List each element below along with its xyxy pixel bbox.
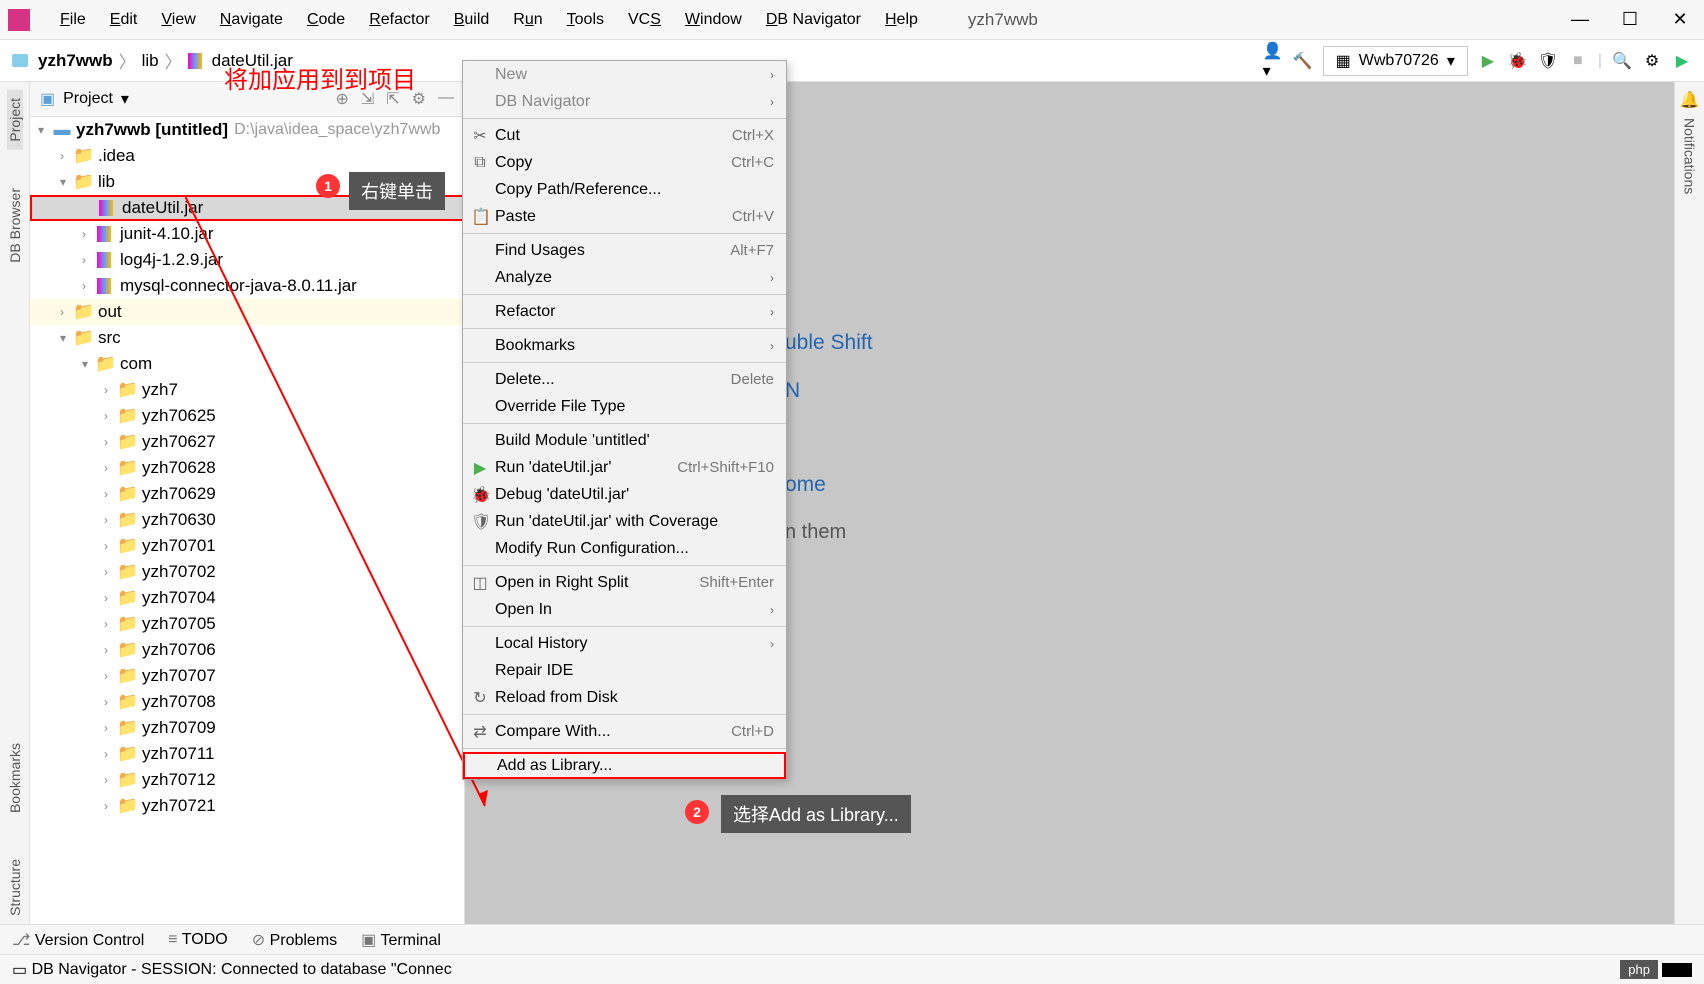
cm-repair-ide[interactable]: Repair IDE bbox=[463, 657, 786, 684]
bookmarks-tab[interactable]: Bookmarks bbox=[7, 735, 23, 821]
annotation-text: 将加应用到到项目 bbox=[224, 60, 416, 95]
php-badge: php bbox=[1620, 960, 1658, 979]
cm-run-dateutil-jar-with-coverage[interactable]: 🛡Run 'dateUtil.jar' with Coverage bbox=[463, 508, 786, 535]
menu-db navigator[interactable]: DB Navigator bbox=[756, 7, 871, 33]
cm-paste[interactable]: 📋PasteCtrl+V bbox=[463, 203, 786, 230]
menu-navigate[interactable]: Navigate bbox=[210, 7, 293, 33]
menu-vcs[interactable]: VCS bbox=[618, 7, 671, 33]
status-icon: ▭ bbox=[12, 960, 27, 980]
badge-2: 2 bbox=[685, 800, 709, 824]
menu-build[interactable]: Build bbox=[444, 7, 500, 33]
module-icon bbox=[12, 54, 28, 67]
run-button[interactable]: ▶ bbox=[1478, 51, 1498, 71]
bottom-terminal[interactable]: ▣ Terminal bbox=[361, 930, 441, 950]
ide-icon[interactable]: ▶ bbox=[1672, 51, 1692, 71]
menu-code[interactable]: Code bbox=[297, 7, 355, 33]
cm-new[interactable]: New› bbox=[463, 61, 786, 88]
cm-debug-dateutil-jar-[interactable]: 🐞Debug 'dateUtil.jar' bbox=[463, 481, 786, 508]
cm-copy-path-reference-[interactable]: Copy Path/Reference... bbox=[463, 176, 786, 203]
app-icon bbox=[8, 9, 30, 31]
settings-icon[interactable]: ⚙ bbox=[1642, 51, 1662, 71]
cm-copy[interactable]: ⧉CopyCtrl+C bbox=[463, 149, 786, 176]
cm-run-dateutil-jar-[interactable]: ▶Run 'dateUtil.jar'Ctrl+Shift+F10 bbox=[463, 454, 786, 481]
cm-db-navigator[interactable]: DB Navigator› bbox=[463, 88, 786, 115]
grid-icon: ▦ bbox=[1336, 51, 1351, 71]
jar-icon bbox=[188, 53, 202, 69]
tree-item[interactable]: ▾▬yzh7wwb [untitled]D:\java\idea_space\y… bbox=[30, 117, 464, 143]
bottom-todo[interactable]: ≡ TODO bbox=[168, 931, 227, 949]
user-icon[interactable]: 👤▾ bbox=[1263, 51, 1283, 71]
menu-tools[interactable]: Tools bbox=[557, 7, 614, 33]
cm-cut[interactable]: ✂CutCtrl+X bbox=[463, 122, 786, 149]
dbbrowser-tab[interactable]: DB Browser bbox=[7, 180, 23, 271]
cm-open-in-right-split[interactable]: ◫Open in Right SplitShift+Enter bbox=[463, 569, 786, 596]
menu-refactor[interactable]: Refactor bbox=[359, 7, 439, 33]
debug-button[interactable]: 🐞 bbox=[1508, 51, 1528, 71]
welcome-hints: uble Shift N ome n them bbox=[785, 307, 873, 568]
cm-refactor[interactable]: Refactor› bbox=[463, 298, 786, 325]
run-config-selector[interactable]: ▦ Wwb70726 ▾ bbox=[1323, 46, 1468, 76]
progress-bar bbox=[1662, 963, 1692, 977]
cm-local-history[interactable]: Local History› bbox=[463, 630, 786, 657]
bottom-version-control[interactable]: ⎇ Version Control bbox=[12, 930, 144, 950]
tooltip-2: 选择Add as Library... bbox=[721, 795, 911, 833]
hide-icon[interactable]: — bbox=[438, 89, 454, 109]
cm-override-file-type[interactable]: Override File Type bbox=[463, 393, 786, 420]
menubar: FileEditViewNavigateCodeRefactorBuildRun… bbox=[50, 7, 928, 33]
tooltip-1: 右键单击 bbox=[349, 172, 445, 210]
cm-analyze[interactable]: Analyze› bbox=[463, 264, 786, 291]
menu-help[interactable]: Help bbox=[875, 7, 928, 33]
toolbar-right: 👤▾ 🔨 ▦ Wwb70726 ▾ ▶ 🐞 🛡 ■ | 🔍 ⚙ ▶ bbox=[1263, 46, 1692, 76]
hammer-icon[interactable]: 🔨 bbox=[1293, 51, 1313, 71]
notifications-tab[interactable]: Notifications bbox=[1682, 110, 1698, 202]
menu-view[interactable]: View bbox=[151, 7, 205, 33]
project-icon: ▣ bbox=[40, 89, 55, 109]
cm-open-in[interactable]: Open In› bbox=[463, 596, 786, 623]
bottom-problems[interactable]: ⊘ Problems bbox=[252, 930, 337, 950]
menu-run[interactable]: Run bbox=[503, 7, 552, 33]
cm-find-usages[interactable]: Find UsagesAlt+F7 bbox=[463, 237, 786, 264]
minimize-button[interactable]: — bbox=[1564, 4, 1596, 36]
cm-compare-with-[interactable]: ⇄Compare With...Ctrl+D bbox=[463, 718, 786, 745]
coverage-button[interactable]: 🛡 bbox=[1538, 51, 1558, 71]
cm-delete-[interactable]: Delete...Delete bbox=[463, 366, 786, 393]
badge-1: 1 bbox=[316, 174, 340, 198]
cm-reload-from-disk[interactable]: ↻Reload from Disk bbox=[463, 684, 786, 711]
menu-edit[interactable]: Edit bbox=[100, 7, 148, 33]
cm-bookmarks[interactable]: Bookmarks› bbox=[463, 332, 786, 359]
menu-window[interactable]: Window bbox=[675, 7, 752, 33]
maximize-button[interactable]: ☐ bbox=[1614, 4, 1646, 36]
project-name: yzh7wwb bbox=[968, 10, 1038, 30]
project-tab[interactable]: Project bbox=[7, 90, 23, 150]
close-button[interactable]: ✕ bbox=[1664, 4, 1696, 36]
left-tool-strip: Project DB Browser Bookmarks Structure bbox=[0, 82, 30, 924]
cm-add-as-library-[interactable]: Add as Library... bbox=[463, 752, 786, 779]
bell-icon[interactable]: 🔔 bbox=[1680, 90, 1700, 110]
cm-build-module-untitled-[interactable]: Build Module 'untitled' bbox=[463, 427, 786, 454]
annotation-arrow bbox=[185, 196, 495, 816]
menu-file[interactable]: File bbox=[50, 7, 96, 33]
structure-tab[interactable]: Structure bbox=[7, 851, 23, 924]
titlebar: FileEditViewNavigateCodeRefactorBuildRun… bbox=[0, 0, 1704, 40]
stop-button[interactable]: ■ bbox=[1568, 51, 1588, 71]
search-icon[interactable]: 🔍 bbox=[1612, 51, 1632, 71]
right-tool-strip: 🔔 Notifications bbox=[1674, 82, 1704, 924]
cm-modify-run-configuration-[interactable]: Modify Run Configuration... bbox=[463, 535, 786, 562]
status-bar: ▭ DB Navigator - SESSION: Connected to d… bbox=[0, 954, 1704, 984]
bottom-tool-bar: ⎇ Version Control ≡ TODO ⊘ Problems ▣ Termi… bbox=[0, 924, 1704, 954]
window-controls: — ☐ ✕ bbox=[1564, 4, 1696, 36]
context-menu: New›DB Navigator› ✂CutCtrl+X⧉CopyCtrl+CCo… bbox=[462, 60, 787, 780]
tree-item[interactable]: ›📁.idea bbox=[30, 143, 464, 169]
